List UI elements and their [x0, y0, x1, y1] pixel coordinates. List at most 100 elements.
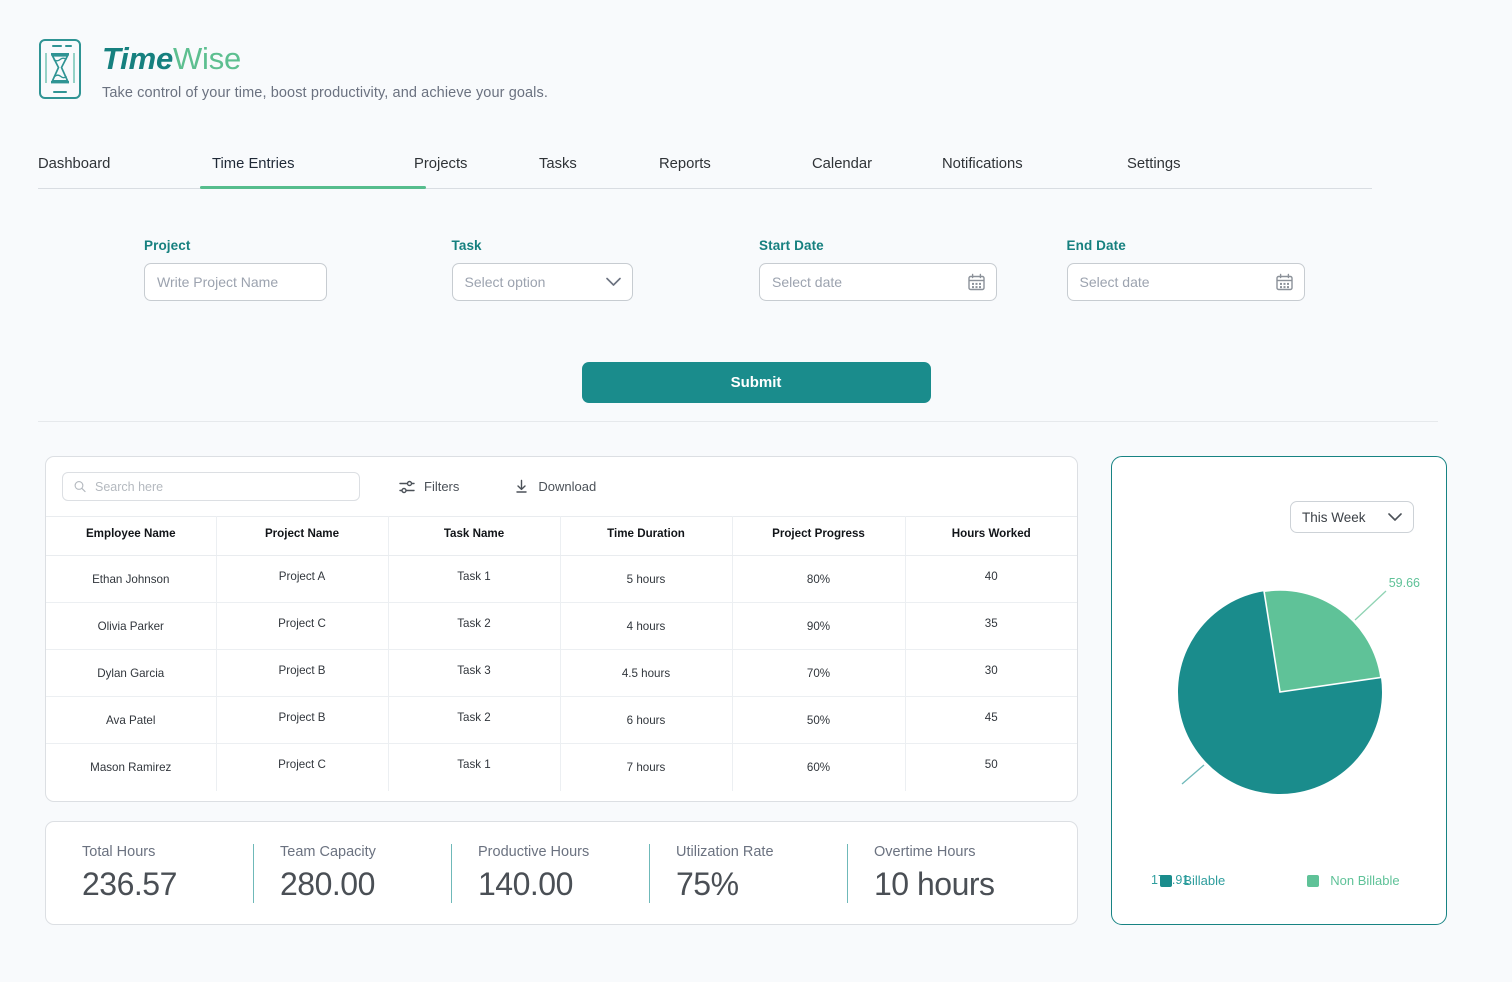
table-header: Employee Name Project Name Task Name Tim… — [46, 517, 1077, 556]
tab-projects[interactable]: Projects — [414, 150, 539, 188]
filter-form: Project Write Project Name Task Select o… — [144, 238, 1374, 301]
cell-project: Project B — [216, 694, 388, 741]
end-date-label: End Date — [1067, 238, 1375, 253]
table-row[interactable]: Ethan Johnson Project A Task 1 5 hours 8… — [46, 556, 1077, 603]
tab-notifications[interactable]: Notifications — [942, 150, 1127, 188]
table-header-row: Employee Name Project Name Task Name Tim… — [46, 517, 1077, 556]
task-select[interactable]: Select option — [452, 263, 633, 301]
app-page: TimeWise Take control of your time, boos… — [0, 0, 1512, 982]
brand-name-primary: Time — [102, 41, 173, 76]
submit-button[interactable]: Submit — [582, 362, 931, 403]
cell-employee: Mason Ramirez — [46, 744, 216, 791]
end-date-placeholder: Select date — [1080, 274, 1150, 290]
end-date-input[interactable]: Select date — [1067, 263, 1305, 301]
start-date-label: Start Date — [759, 238, 1067, 253]
cell-hours: 40 — [905, 553, 1077, 600]
stat-overtime-hours: Overtime Hours 10 hours — [847, 844, 1045, 903]
legend-swatch-non-billable — [1307, 875, 1319, 887]
calendar-icon — [1276, 274, 1293, 291]
cell-employee: Dylan Garcia — [46, 650, 216, 697]
tab-calendar[interactable]: Calendar — [812, 150, 942, 188]
chevron-down-icon — [606, 278, 621, 287]
table-row[interactable]: Dylan Garcia Project B Task 3 4.5 hours … — [46, 650, 1077, 697]
field-task: Task Select option — [452, 238, 760, 301]
stat-label: Overtime Hours — [874, 844, 1045, 860]
pie-legend: Billable Non Billable — [1112, 873, 1448, 888]
cell-progress: 90% — [732, 603, 905, 650]
cell-task: Task 2 — [388, 694, 560, 741]
cell-hours: 35 — [905, 600, 1077, 647]
search-input[interactable] — [62, 472, 360, 501]
section-divider — [38, 421, 1438, 422]
stat-label: Utilization Rate — [676, 844, 847, 860]
brand-name-secondary: Wise — [173, 41, 241, 76]
tab-time-entries[interactable]: Time Entries — [212, 150, 414, 188]
download-button[interactable]: Download — [514, 479, 596, 494]
page-title: TimeWise — [102, 42, 548, 76]
col-hours-worked: Hours Worked — [905, 517, 1077, 556]
field-start-date: Start Date Select date — [759, 238, 1067, 301]
legend-item-billable[interactable]: Billable — [1160, 873, 1225, 888]
app-header: TimeWise Take control of your time, boos… — [38, 34, 548, 101]
col-project-name: Project Name — [216, 517, 388, 556]
tab-settings[interactable]: Settings — [1127, 150, 1180, 188]
task-placeholder: Select option — [465, 274, 546, 290]
filters-button[interactable]: Filters — [399, 479, 459, 494]
table-row[interactable]: Ava Patel Project B Task 2 6 hours 50% 4… — [46, 697, 1077, 744]
tab-dashboard[interactable]: Dashboard — [38, 150, 212, 188]
download-label: Download — [538, 479, 596, 494]
download-icon — [514, 479, 529, 494]
pie-chart: 59.66 176.91 — [1112, 557, 1448, 817]
table-row[interactable]: Olivia Parker Project C Task 2 4 hours 9… — [46, 603, 1077, 650]
filters-label: Filters — [424, 479, 459, 494]
stat-utilization-rate: Utilization Rate 75% — [649, 844, 847, 903]
tab-tasks[interactable]: Tasks — [539, 150, 659, 188]
col-time-duration: Time Duration — [560, 517, 732, 556]
sliders-icon — [399, 480, 415, 494]
cell-progress: 60% — [732, 744, 905, 791]
task-label: Task — [452, 238, 760, 253]
stat-value: 10 hours — [874, 866, 1045, 903]
time-entries-table: Employee Name Project Name Task Name Tim… — [46, 516, 1077, 791]
search-field[interactable] — [95, 480, 348, 494]
cell-duration: 7 hours — [560, 744, 732, 791]
tab-reports[interactable]: Reports — [659, 150, 812, 188]
cell-employee: Ethan Johnson — [46, 556, 216, 603]
cell-project: Project A — [216, 553, 388, 600]
legend-label-billable: Billable — [1183, 873, 1225, 888]
project-input[interactable]: Write Project Name — [144, 263, 327, 301]
stat-label: Productive Hours — [478, 844, 649, 860]
cell-progress: 80% — [732, 556, 905, 603]
stat-label: Team Capacity — [280, 844, 451, 860]
time-entries-card: Filters Download Employee Name Project N… — [45, 456, 1078, 802]
cell-employee: Olivia Parker — [46, 603, 216, 650]
brand-tagline: Take control of your time, boost product… — [102, 85, 548, 101]
field-project: Project Write Project Name — [144, 238, 452, 301]
stat-team-capacity: Team Capacity 280.00 — [253, 844, 451, 903]
stat-value: 75% — [676, 866, 847, 903]
col-task-name: Task Name — [388, 517, 560, 556]
summary-stats: Total Hours 236.57 Team Capacity 280.00 … — [45, 821, 1078, 925]
stat-value: 280.00 — [280, 866, 451, 903]
cell-project: Project C — [216, 741, 388, 788]
cell-hours: 45 — [905, 694, 1077, 741]
legend-item-non-billable[interactable]: Non Billable — [1307, 873, 1399, 888]
stat-value: 140.00 — [478, 866, 649, 903]
search-icon — [74, 480, 86, 493]
pie-slice-non-billable[interactable] — [1264, 590, 1381, 692]
table-row[interactable]: Mason Ramirez Project C Task 1 7 hours 6… — [46, 744, 1077, 791]
pie-leader-line-non-billable — [1355, 591, 1386, 620]
cell-task: Task 1 — [388, 741, 560, 788]
billable-breakdown-card: This Week 59.66 176.91 B — [1111, 456, 1447, 925]
cell-project: Project B — [216, 647, 388, 694]
period-select[interactable]: This Week — [1290, 501, 1414, 533]
brand-block: TimeWise Take control of your time, boos… — [102, 34, 548, 101]
cell-duration: 4.5 hours — [560, 650, 732, 697]
hourglass-phone-icon — [38, 38, 82, 100]
cell-hours: 50 — [905, 741, 1077, 788]
cell-duration: 6 hours — [560, 697, 732, 744]
start-date-input[interactable]: Select date — [759, 263, 997, 301]
cell-duration: 4 hours — [560, 603, 732, 650]
stat-value: 236.57 — [82, 866, 253, 903]
stat-productive-hours: Productive Hours 140.00 — [451, 844, 649, 903]
